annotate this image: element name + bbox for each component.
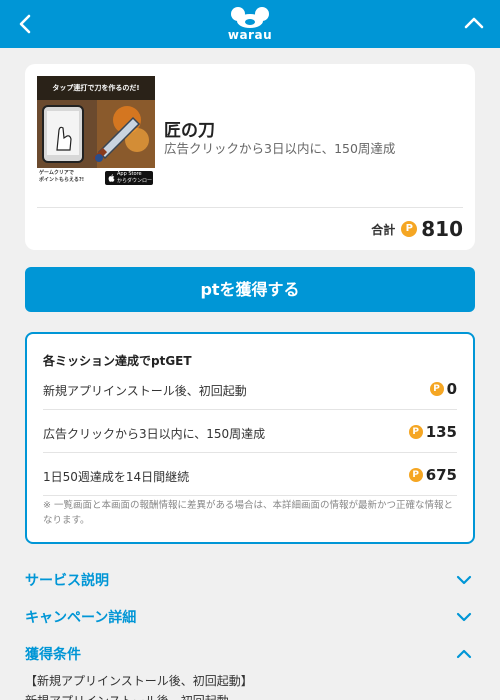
mission-note: ※ 一覧画面と本画面の報酬情報に差異がある場合は、本詳細画面の情報が最新かつ正確…: [43, 500, 453, 526]
section-service-description[interactable]: サービス説明: [25, 567, 475, 591]
section-campaign-details[interactable]: キャンペーン詳細: [25, 604, 475, 628]
mission-points: P 135: [408, 423, 457, 441]
logo-text: warau: [227, 28, 273, 42]
chevron-up-icon[interactable]: [462, 12, 486, 36]
chevron-left-icon[interactable]: [14, 12, 38, 36]
divider: [37, 207, 463, 208]
total-label: 合計: [371, 222, 396, 237]
get-points-button[interactable]: ptを獲得する: [25, 267, 475, 312]
thumbnail-footer: ゲームクリアで ポイントもらえる?! App Store からダウンロード: [37, 168, 155, 188]
apple-icon: [108, 174, 115, 182]
mission-row: 広告クリックから3日以内に、150周達成 P 135: [43, 413, 457, 453]
mission-value: 675: [425, 466, 457, 484]
mission-label: 1日50週達成を14日間継続: [43, 470, 190, 484]
condition-heading: 【新規アプリインストール後、初回起動】: [25, 674, 253, 688]
mission-heading: 各ミッション達成でptGET: [43, 354, 192, 368]
mission-points: P 675: [408, 466, 457, 484]
point-coin-icon: P: [408, 425, 423, 439]
section-label: 獲得条件: [25, 647, 81, 663]
mission-label: 新規アプリインストール後、初回起動: [43, 384, 247, 398]
condition-text: 新規アプリインストール後、初回起動: [25, 692, 229, 700]
point-coin-icon: P: [401, 221, 418, 237]
thumbnail-caption: ゲームクリアで ポイントもらえる?!: [39, 170, 85, 183]
chevron-up-icon[interactable]: [455, 645, 473, 663]
total-points: 合計 P 810: [371, 216, 463, 242]
thumbnail-banner: タップ連打で刀を作るのだ!: [37, 76, 155, 100]
total-value: 810: [421, 217, 463, 241]
mission-value: 0: [446, 380, 457, 398]
mission-value: 135: [425, 423, 457, 441]
app-header: warau: [0, 0, 500, 48]
app-store-badge: App Store からダウンロード: [105, 171, 153, 188]
warau-logo: warau: [224, 6, 276, 44]
section-label: キャンペーン詳細: [25, 610, 137, 626]
section-label: サービス説明: [25, 573, 109, 589]
mission-row: 1日50週達成を14日間継続 P 675: [43, 456, 457, 496]
offer-card: タップ連打で刀を作るのだ! ゲームクリアで ポイントもらえる?! App Sto…: [25, 64, 475, 250]
mission-row: 新規アプリインストール後、初回起動 P 0: [43, 370, 457, 410]
chevron-down-icon[interactable]: [455, 571, 473, 589]
mission-label: 広告クリックから3日以内に、150周達成: [43, 427, 266, 441]
offer-thumbnail[interactable]: タップ連打で刀を作るのだ! ゲームクリアで ポイントもらえる?! App Sto…: [37, 76, 155, 188]
mission-box: 各ミッション達成でptGET 新規アプリインストール後、初回起動 P 0 広告ク…: [25, 332, 475, 544]
chevron-down-icon[interactable]: [455, 608, 473, 626]
offer-subtitle: 広告クリックから3日以内に、150周達成: [164, 141, 396, 156]
logo-mark-icon: [231, 7, 269, 28]
section-acquisition-conditions[interactable]: 獲得条件: [25, 641, 475, 665]
game-artwork-icon: [37, 100, 155, 168]
mission-points: P 0: [429, 380, 457, 398]
point-coin-icon: P: [429, 382, 444, 396]
point-coin-icon: P: [408, 468, 423, 482]
